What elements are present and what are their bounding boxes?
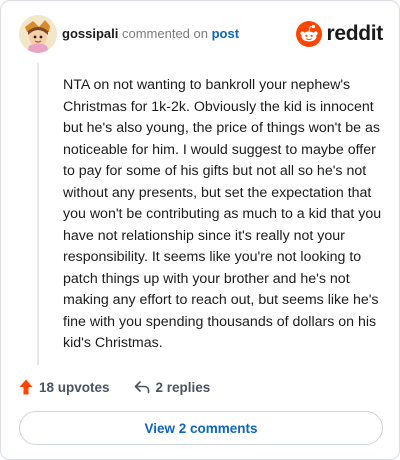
reply-arrow-icon [134,381,149,394]
post-link[interactable]: post [212,26,239,41]
comment-meta: gossipali commented on post [62,27,239,41]
view-comments-button[interactable]: View 2 comments [19,411,383,445]
thread-line [37,63,39,365]
brand-name: reddit [326,22,383,45]
avatar-icon [19,15,57,53]
reply-button[interactable]: 2 replies [134,379,211,395]
upvote-button[interactable]: 18 upvotes [19,379,110,395]
upvote-count: 18 upvotes [39,379,110,395]
username-link[interactable]: gossipali [62,26,118,41]
comment-actions: 18 upvotes 2 replies [19,377,234,397]
reply-count: 2 replies [155,379,211,395]
comment-body: NTA on not wanting to bankroll your neph… [63,77,382,351]
avatar[interactable] [19,15,57,53]
comment-header: gossipali commented on post reddit [19,15,383,55]
reddit-brand[interactable]: reddit [296,21,383,47]
comment-card: gossipali commented on post reddit NTA o… [0,0,400,460]
action-text: commented on [121,26,208,41]
reddit-logo-icon [296,21,323,47]
upvote-arrow-icon [19,379,33,395]
